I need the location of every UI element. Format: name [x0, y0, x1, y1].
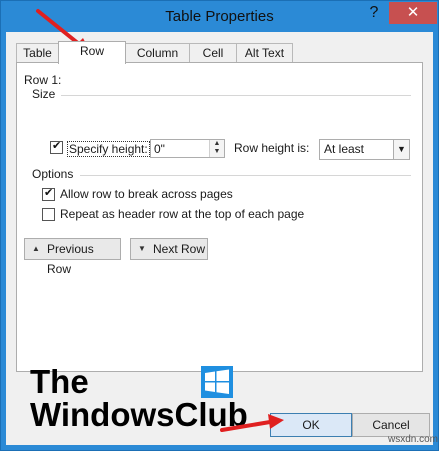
brand-line-2: WindowsClub	[30, 396, 248, 433]
tab-cell[interactable]: Cell	[189, 43, 237, 62]
previous-row-button[interactable]: ▲ Previous Row	[24, 238, 121, 276]
height-spinner[interactable]: 0" ▲ ▼	[150, 139, 225, 158]
height-value: 0"	[154, 142, 165, 156]
row-height-is-value: At least	[324, 142, 365, 156]
repeat-header-checkbox[interactable]	[42, 208, 55, 221]
next-row-label: Next Row	[153, 242, 206, 256]
row-tab-panel: Row 1: Size ✔ Specify height: 0" ▲ ▼ Row …	[16, 62, 423, 372]
row-height-is-select[interactable]: At least ▼	[319, 139, 410, 160]
specify-height-label[interactable]: Specify height:	[67, 141, 150, 157]
allow-break-checkbox[interactable]: ✔	[42, 187, 55, 201]
tab-alt-text[interactable]: Alt Text	[236, 43, 293, 62]
previous-row-label: Previous Row	[47, 242, 94, 276]
tab-column-label: Column	[136, 46, 179, 60]
options-section-label: Options	[32, 167, 74, 181]
annotation-arrow-icon	[220, 414, 284, 432]
next-row-button[interactable]: ▼ Next Row	[130, 238, 208, 260]
checkmark-icon: ✔	[52, 140, 62, 152]
row-height-is-label: Row height is:	[234, 141, 310, 155]
help-button[interactable]: ?	[361, 2, 387, 24]
size-divider	[61, 95, 411, 96]
windows-logo-icon	[201, 366, 233, 398]
tab-row-label: Row	[79, 44, 104, 58]
tab-cell-label: Cell	[202, 46, 224, 60]
row-number-label: Row 1:	[24, 73, 62, 87]
dialog-body: Table Row Column Cell Alt Text Row 1: Si…	[6, 32, 433, 445]
chevron-down-icon[interactable]: ▼	[393, 140, 409, 159]
tab-column[interactable]: Column	[125, 43, 190, 62]
checkmark-icon: ✔	[44, 187, 54, 199]
triangle-up-icon: ▲	[32, 244, 40, 253]
tab-row[interactable]: Row	[58, 41, 126, 64]
close-button[interactable]: ✕	[389, 2, 437, 24]
triangle-down-icon: ▼	[138, 244, 146, 253]
options-divider	[80, 175, 411, 176]
table-properties-dialog: Table Properties ? ✕ Table Row Column Ce…	[0, 0, 439, 451]
repeat-header-label[interactable]: Repeat as header row at the top of each …	[60, 207, 304, 221]
size-section-label: Size	[32, 87, 56, 101]
allow-break-label[interactable]: Allow row to break across pages	[60, 187, 233, 201]
tab-alt-text-label: Alt Text	[244, 46, 285, 60]
specify-height-checkbox[interactable]: ✔	[50, 140, 63, 154]
spinner-arrows-icon[interactable]: ▲ ▼	[209, 140, 224, 157]
